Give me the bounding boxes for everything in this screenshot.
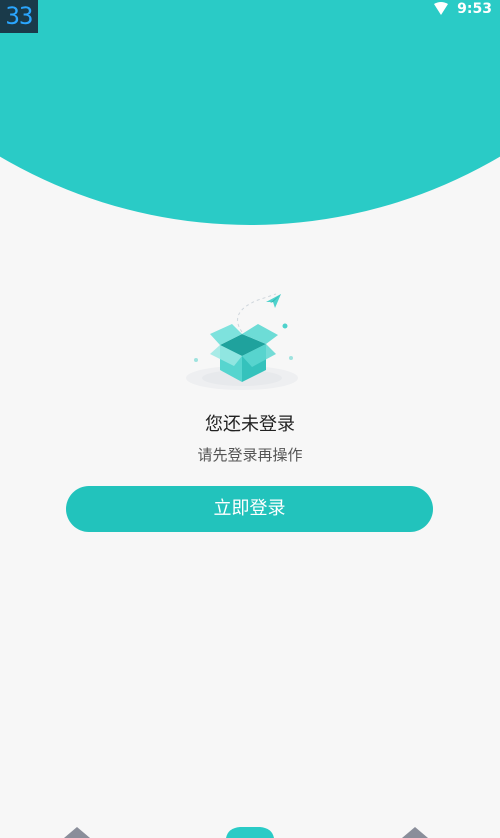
login-button[interactable]: 立即登录 — [66, 486, 433, 532]
header-arc — [0, 0, 500, 225]
screen: 33 9:53 您还未登录 请先登录再操作 立即登录 — [0, 0, 500, 838]
status-time: 9:53 — [457, 1, 492, 17]
counter-badge: 33 — [0, 0, 38, 33]
empty-state-title: 您还未登录 — [205, 414, 295, 435]
open-box-icon — [180, 290, 320, 400]
empty-state-subtitle: 请先登录再操作 — [197, 446, 303, 464]
nav-right-icon[interactable] — [400, 826, 430, 838]
nav-left-icon[interactable] — [62, 826, 92, 838]
nav-center-icon[interactable] — [224, 826, 276, 838]
bottom-nav-peek — [0, 826, 500, 838]
status-bar: 33 9:53 — [0, 0, 500, 33]
signal-icon — [433, 2, 449, 16]
status-right: 9:53 — [433, 0, 492, 18]
